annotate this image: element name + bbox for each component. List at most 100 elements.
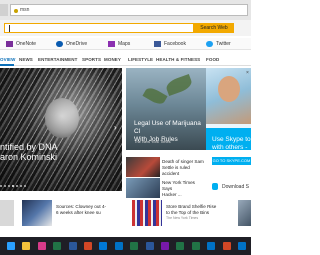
news-thumbnail [126,178,160,198]
file-explorer-icon-glyph [22,242,31,250]
news-text: New York Times Says Hacker ... [162,180,206,198]
nav-news[interactable]: NEWS [19,57,33,62]
excel-icon-glyph [53,242,62,250]
nav-active-indicator [0,64,14,66]
nav-money[interactable]: MONEY [104,57,121,62]
hero-overlay [0,68,122,191]
hero-title-line: ntified by DNA [0,142,58,152]
app-link-onedrive[interactable]: OneDrive [56,40,87,48]
story-image [164,73,194,97]
address-bar[interactable]: msn [10,4,248,16]
story-thumbnail [22,200,52,226]
carousel-dots [0,183,40,187]
msn-search-row: Search Web [0,20,251,36]
story-text: Store Brand Shelfie Rise to the Top of t… [166,204,216,216]
search-web-button[interactable]: Search Web [194,23,234,33]
maps-icon [108,40,115,47]
file-explorer-icon[interactable] [19,239,33,253]
onedrive-icon [56,40,63,47]
tile2-source: The New York Times [134,139,171,144]
taskbar [0,237,251,255]
app-label: Twitter [216,41,231,47]
excel-icon-glyph [176,242,185,250]
nav-food[interactable]: FOOD [206,57,219,62]
story-image [142,85,168,107]
twitter-icon [206,40,213,47]
close-icon[interactable]: × [246,70,249,76]
app-link-twitter[interactable]: Twitter [206,40,231,48]
ad-line: Use Skype to [212,136,251,143]
excel-icon[interactable] [173,239,187,253]
hero-title[interactable]: ntified by DNA aron Kominski [0,142,122,162]
outlook-icon-glyph [207,242,216,250]
story-thumbnail-partial[interactable] [0,200,14,226]
app-link-facebook[interactable]: Facebook [154,40,186,48]
excel-icon[interactable] [189,239,203,253]
hero-title-line: aron Kominski [0,152,58,162]
hero-story[interactable] [0,68,122,191]
ad-line: with others - [212,144,248,151]
onenote-icon[interactable] [158,239,172,253]
news-text: Death of singer Sam Settle is ruled acci… [162,159,206,177]
back-button[interactable] [0,4,8,16]
news-item[interactable]: New York Times Says Hacker ... [126,178,206,198]
search-input[interactable] [4,23,194,33]
app-links: OneNote OneDrive Maps Facebook Twitter [0,38,251,50]
app-label: OneDrive [66,41,88,47]
windows-icon-glyph [7,242,15,250]
news-thumbnail [126,157,160,177]
story-store-brand[interactable]: Store Brand Shelfie Rise to the Top of t… [132,200,232,226]
onenote-icon [6,40,13,47]
powerpoint-icon[interactable] [220,239,234,253]
news-line: New York Times Says [162,180,195,191]
outlook-icon[interactable] [112,239,126,253]
story-source: The New York Times [166,216,199,220]
app-label: Facebook [164,41,186,47]
powerpoint-icon[interactable] [81,239,95,253]
excel-icon-glyph [191,242,200,250]
ad-text: Use Skype to with others - [212,136,252,152]
nav-entertainment[interactable]: ENTERTAINMENT [38,57,77,62]
store-icon[interactable] [35,239,49,253]
nav-lifestyle[interactable]: LIFESTYLE [128,57,153,62]
powerpoint-icon-glyph [222,242,231,250]
address-text: msn [20,7,30,13]
go-to-skype-button[interactable]: GO TO SKYPE.COM [212,157,251,165]
skype-icon [212,183,218,190]
excel-icon[interactable] [127,239,141,253]
story-line: 6 weeks after knee su [56,210,101,215]
tile2-title-line: Legal Use of Marijuana Cl [134,120,201,135]
app-link-onenote[interactable]: OneNote [6,40,36,48]
edge-icon[interactable] [96,239,110,253]
store-icon-glyph [37,242,46,250]
nav-health-fitness[interactable]: HEALTH & FITNESS [156,57,200,62]
outlook-icon[interactable] [235,239,249,253]
app-link-maps[interactable]: Maps [108,40,130,48]
story-thumbnail-partial[interactable] [238,200,251,226]
word-icon[interactable] [66,239,80,253]
word-icon-glyph [68,242,77,250]
download-skype-link[interactable]: Download S [212,182,251,192]
download-label: Download S [222,184,249,190]
app-label: Maps [118,41,131,47]
news-line: Settle is ruled accident [162,165,190,176]
onenote-icon-glyph [161,242,169,250]
story-text: Sources: Clowney out 4- 6 weeks after kn… [56,204,106,216]
excel-icon-glyph [130,242,139,250]
outlook-icon-glyph [238,242,246,250]
windows-icon[interactable] [4,239,18,253]
story-clowney[interactable]: Sources: Clowney out 4- 6 weeks after kn… [22,200,122,226]
word-icon-glyph [145,242,154,250]
facebook-icon [154,40,161,47]
excel-icon[interactable] [50,239,64,253]
ad-person [218,76,240,102]
outlook-icon[interactable] [204,239,218,253]
nav-overview[interactable]: OVIEW [0,57,16,62]
word-icon[interactable] [143,239,157,253]
story-thumbnail [132,200,162,226]
site-icon [14,9,18,13]
browser-toolbar: msn [0,0,251,20]
news-item[interactable]: Death of singer Sam Settle is ruled acci… [126,157,206,177]
next-arrow-icon[interactable]: › [114,124,120,132]
nav-sports[interactable]: SPORTS [82,57,101,62]
